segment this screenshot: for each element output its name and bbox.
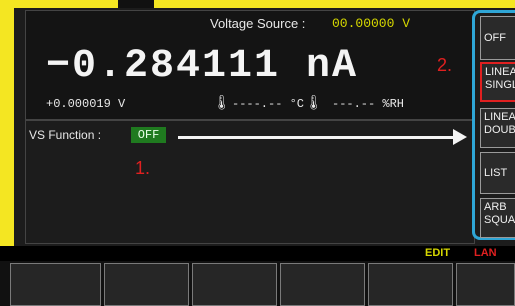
softkey-arb-square[interactable]: ARB SQUARE: [480, 198, 515, 238]
function-key-2[interactable]: [104, 263, 189, 306]
humidity-reading: ---.-- %RH: [332, 97, 405, 111]
vs-function-value[interactable]: OFF: [131, 127, 166, 143]
annotation-arrow-head: [453, 129, 467, 145]
function-key-1[interactable]: [10, 263, 101, 306]
function-key-5[interactable]: [368, 263, 453, 306]
instrument-bezel-top: [0, 0, 515, 8]
function-key-3[interactable]: [192, 263, 277, 306]
softkey-linear-single[interactable]: LINEAR SINGLE: [480, 62, 515, 102]
function-key-4[interactable]: [280, 263, 365, 306]
voltage-source-label: Voltage Source :: [210, 16, 306, 31]
annotation-1: 1.: [135, 158, 151, 178]
main-reading: −0.284111 nA: [46, 44, 359, 89]
function-key-6[interactable]: [456, 263, 515, 306]
annotation-arrow-line: [178, 136, 455, 139]
secondary-reading: +0.000019 V: [46, 97, 126, 111]
temperature-reading: ----.-- °C: [232, 97, 305, 111]
lan-indicator: LAN: [474, 247, 497, 259]
annotation-2: 2.: [437, 55, 453, 75]
thermometer-icon: 🌡: [213, 94, 231, 110]
voltage-source-value: 00.00000 V: [332, 16, 411, 31]
softkey-linear-double[interactable]: LINEAR DOUBLE: [480, 108, 515, 148]
vs-function-label: VS Function :: [29, 128, 102, 142]
softkey-off[interactable]: OFF: [480, 16, 515, 60]
bezel-notch: [118, 0, 154, 8]
edit-indicator: EDIT: [425, 247, 451, 259]
softkey-list[interactable]: LIST: [480, 152, 515, 194]
humidity-icon: 🌡: [305, 94, 323, 110]
instrument-bezel-left: [0, 0, 14, 246]
